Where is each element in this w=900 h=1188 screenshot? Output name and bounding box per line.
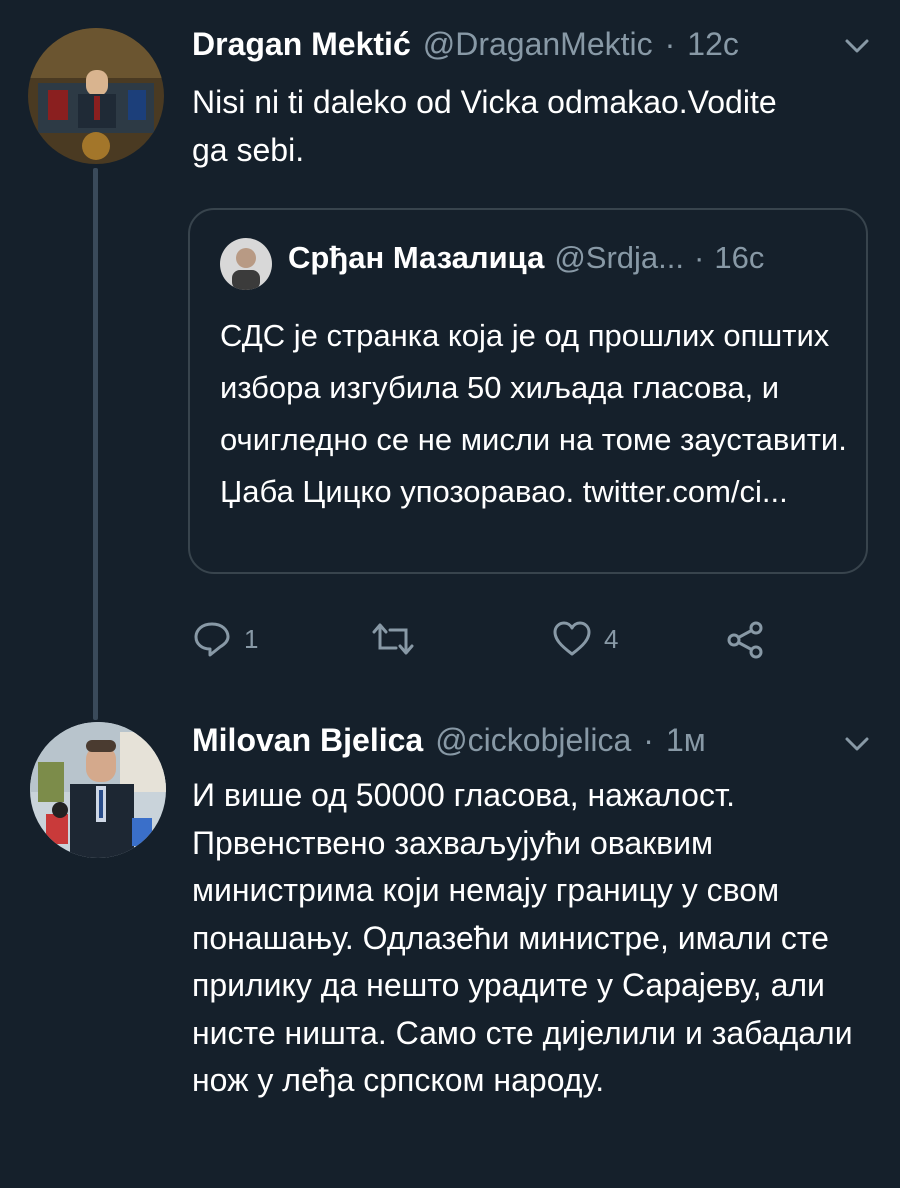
share-button[interactable]: [726, 620, 766, 660]
author-handle[interactable]: @cickobjelica: [435, 722, 631, 759]
reply-count: 1: [244, 623, 259, 654]
avatar[interactable]: [30, 722, 166, 858]
tweet-header: Dragan Mektić @DraganMektic · 12c: [192, 26, 739, 63]
quoted-author-name: Срђан Мазалица: [288, 240, 545, 275]
tweet-timestamp[interactable]: 1м: [666, 722, 706, 759]
share-icon: [726, 620, 766, 660]
tweet-action-bar: 1 4: [192, 620, 792, 670]
heart-icon: [552, 620, 592, 658]
chevron-down-icon[interactable]: [843, 36, 871, 56]
thread-connector-line: [93, 168, 98, 720]
like-count: 4: [604, 623, 619, 654]
retweet-button[interactable]: [370, 620, 428, 658]
separator-dot: ·: [664, 26, 676, 62]
tweet-text: И више од 50000 гласова, нажалост. Првен…: [192, 777, 853, 1098]
like-button[interactable]: 4: [552, 620, 618, 658]
quoted-tweet-timestamp: 16c: [714, 240, 765, 275]
avatar[interactable]: [28, 28, 164, 164]
quoted-author-handle: @Srdja...: [554, 240, 685, 275]
quoted-tweet-card[interactable]: Срђан Мазалица @Srdja... · 16c СДС је ст…: [188, 208, 868, 574]
chevron-down-icon[interactable]: [843, 734, 871, 754]
quoted-tweet-text: СДС је странка која је од прошлих општих…: [220, 318, 847, 509]
tweet-text: Nisi ni ti daleko od Vicka odmakao.Vodit…: [192, 84, 777, 168]
author-name[interactable]: Dragan Mektić: [192, 26, 411, 63]
reply-icon: [192, 620, 232, 658]
reply-button[interactable]: 1: [192, 620, 258, 658]
tweet-timestamp[interactable]: 12c: [687, 26, 739, 63]
avatar: [220, 238, 272, 290]
separator-dot: ·: [643, 722, 654, 758]
retweet-icon: [370, 620, 416, 658]
author-handle[interactable]: @DraganMektic: [423, 26, 653, 63]
author-name[interactable]: Milovan Bjelica: [192, 722, 423, 759]
tweet-header: Milovan Bjelica @cickobjelica · 1м: [192, 722, 706, 759]
quoted-tweet-header: Срђан Мазалица @Srdja... · 16c: [288, 240, 764, 276]
separator-dot: ·: [694, 240, 705, 275]
